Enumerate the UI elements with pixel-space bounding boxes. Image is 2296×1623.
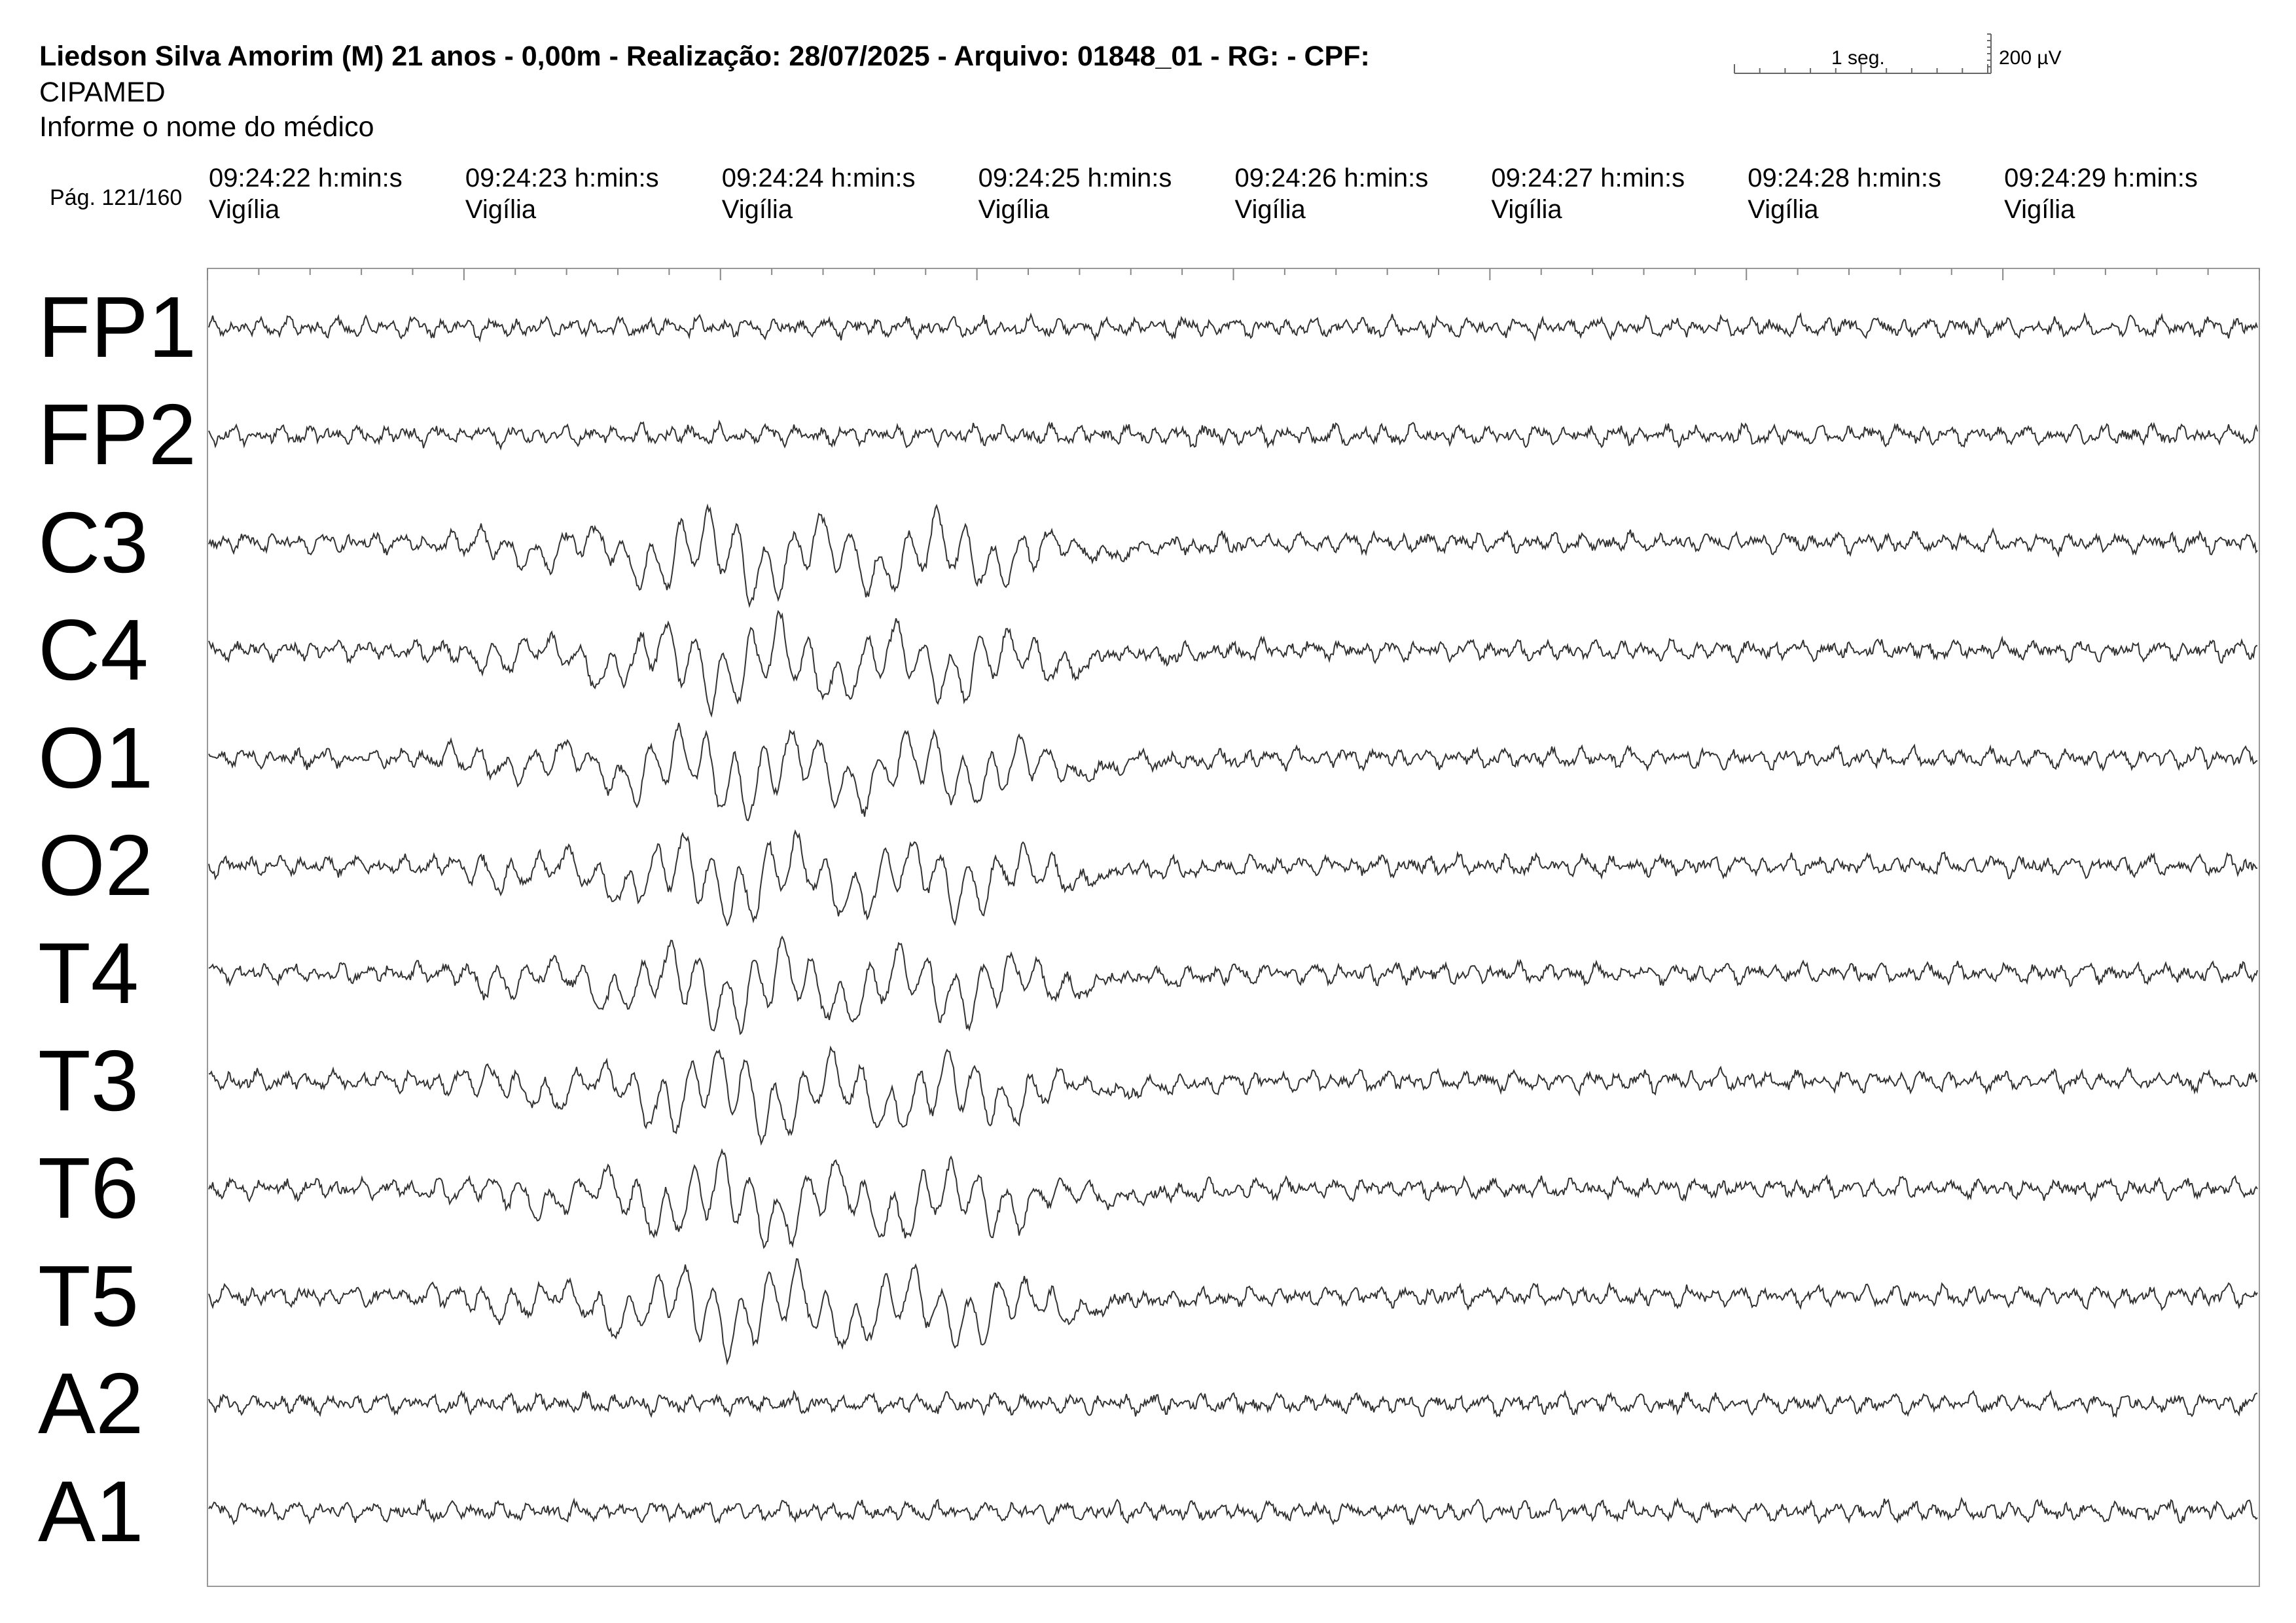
eeg-trace-t5 bbox=[208, 1258, 2258, 1366]
eeg-trace-c3 bbox=[208, 503, 2258, 608]
eeg-trace-fp2 bbox=[208, 419, 2258, 451]
eeg-chart bbox=[207, 33, 2260, 1587]
plot-frame bbox=[207, 268, 2260, 1587]
eeg-trace-o2 bbox=[208, 829, 2258, 927]
eeg-trace-t4 bbox=[208, 935, 2258, 1036]
eeg-trace-fp1 bbox=[208, 312, 2258, 343]
eeg-trace-c4 bbox=[208, 610, 2258, 718]
eeg-trace-o1 bbox=[208, 722, 2258, 822]
eeg-trace-t6 bbox=[208, 1148, 2258, 1249]
eeg-trace-a1 bbox=[208, 1497, 2258, 1526]
eeg-trace-t3 bbox=[208, 1045, 2258, 1146]
eeg-trace-a2 bbox=[208, 1389, 2258, 1418]
